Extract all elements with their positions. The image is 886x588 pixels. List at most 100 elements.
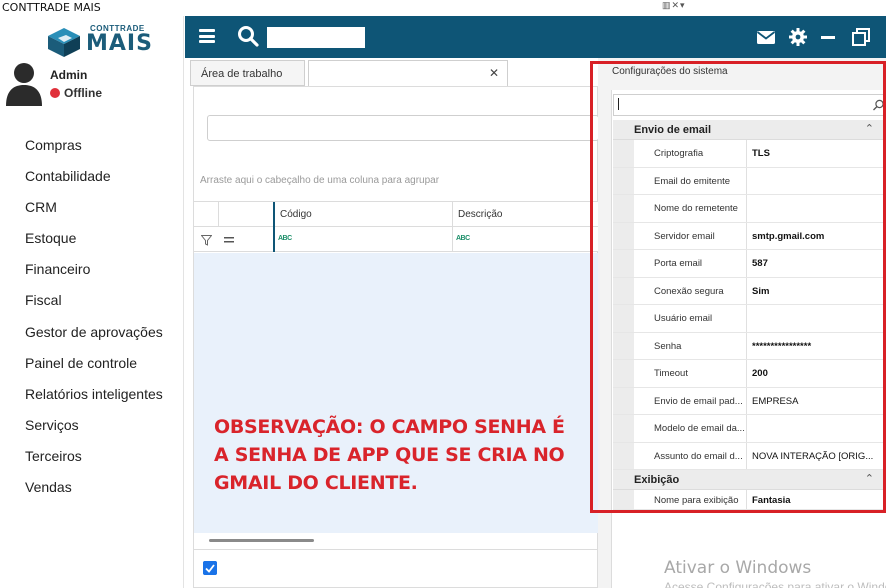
menu-item-vendas[interactable]: Vendas bbox=[25, 478, 163, 509]
text-caret bbox=[618, 98, 619, 110]
windows-activation-subtitle: Acesse Configurações para ativar o Windo… bbox=[664, 580, 886, 588]
chevron-up-icon[interactable]: ⌃ bbox=[865, 472, 874, 485]
property-row[interactable]: Usuário email bbox=[613, 305, 886, 333]
equals-operator-icon[interactable] bbox=[224, 237, 234, 243]
config-search-input[interactable] bbox=[613, 94, 886, 116]
grid-filter-row: ABC ABC bbox=[194, 227, 598, 252]
avatar[interactable] bbox=[4, 60, 44, 106]
mail-icon[interactable] bbox=[756, 27, 776, 47]
property-value[interactable]: Fantasia bbox=[752, 495, 886, 506]
filter-bar[interactable] bbox=[207, 115, 599, 141]
search-input[interactable] bbox=[267, 27, 365, 48]
property-name: Assunto do email d... bbox=[654, 450, 743, 462]
text-filter-icon[interactable]: ABC bbox=[278, 235, 292, 242]
property-name: Conexão segura bbox=[654, 285, 724, 297]
checkbox[interactable] bbox=[203, 561, 217, 575]
property-row[interactable]: Criptografia TLS bbox=[613, 140, 886, 168]
search-icon[interactable] bbox=[237, 25, 259, 47]
property-row[interactable]: Nome do remetente bbox=[613, 195, 886, 223]
property-name: Envio de email pad... bbox=[654, 395, 743, 407]
menu-item-financeiro[interactable]: Financeiro bbox=[25, 260, 163, 291]
property-value[interactable]: NOVA INTERAÇÃO [ORIG... bbox=[752, 451, 886, 462]
property-name: Usuário email bbox=[654, 313, 713, 324]
property-row[interactable]: Modelo de email da... bbox=[613, 415, 886, 443]
text-filter-icon[interactable]: ABC bbox=[456, 235, 470, 242]
category-label: Exibição bbox=[634, 474, 680, 486]
property-value[interactable]: smtp.gmail.com bbox=[752, 231, 886, 242]
property-row[interactable]: Assunto do email d... NOVA INTERAÇÃO [ORI… bbox=[613, 442, 886, 470]
property-value[interactable]: EMPRESA bbox=[752, 396, 886, 407]
category-envio-de-email[interactable]: Envio de email ⌃ bbox=[613, 120, 886, 140]
property-name: Modelo de email da... bbox=[654, 423, 745, 434]
column-divider bbox=[218, 202, 219, 228]
main-menu: Compras Contabilidade CRM Estoque Financ… bbox=[25, 136, 163, 509]
filter-icon[interactable] bbox=[201, 235, 212, 246]
tab-area-de-trabalho[interactable]: Área de trabalho bbox=[190, 60, 305, 86]
menu-item-gestor-aprovacoes[interactable]: Gestor de aprovações bbox=[25, 323, 163, 354]
divider bbox=[194, 549, 598, 550]
password-value[interactable]: **************** bbox=[752, 341, 886, 352]
column-divider bbox=[452, 227, 453, 252]
column-divider bbox=[273, 202, 275, 228]
chevron-up-icon[interactable]: ⌃ bbox=[865, 122, 874, 135]
menu-item-crm[interactable]: CRM bbox=[25, 198, 163, 229]
property-row[interactable]: Nome para exibição Fantasia bbox=[613, 490, 886, 510]
menu-item-painel-controle[interactable]: Painel de controle bbox=[25, 354, 163, 385]
menu-item-relatorios[interactable]: Relatórios inteligentes bbox=[25, 385, 163, 416]
gear-icon[interactable] bbox=[788, 27, 808, 47]
menu-item-compras[interactable]: Compras bbox=[25, 136, 163, 167]
horizontal-scrollbar[interactable] bbox=[209, 539, 314, 542]
menu-item-contabilidade[interactable]: Contabilidade bbox=[25, 167, 163, 198]
column-divider bbox=[273, 227, 275, 252]
property-value[interactable]: 587 bbox=[752, 258, 886, 269]
menu-item-estoque[interactable]: Estoque bbox=[25, 229, 163, 260]
search-icon[interactable] bbox=[873, 99, 885, 111]
property-name: Timeout bbox=[654, 368, 688, 379]
property-name: Criptografia bbox=[654, 148, 704, 159]
property-value[interactable]: 200 bbox=[752, 368, 886, 379]
user-name: Admin bbox=[50, 68, 88, 82]
column-header-codigo[interactable]: Código bbox=[280, 209, 312, 220]
config-panel-title: Configurações do sistema bbox=[612, 66, 728, 77]
property-grid: Envio de email ⌃ Criptografia TLS Email d… bbox=[613, 120, 886, 510]
user-status: Offline bbox=[50, 86, 102, 100]
main-panel: Arraste aqui o cabeçalho de uma coluna p… bbox=[193, 86, 599, 588]
restore-window-icon[interactable] bbox=[851, 27, 871, 47]
property-name: Nome do remetente bbox=[654, 203, 738, 214]
property-row[interactable]: Envio de email pad... EMPRESA bbox=[613, 387, 886, 415]
windows-activation-title: Ativar o Windows bbox=[664, 558, 812, 578]
title-bar: CONTTRADE MAIS ▥✕▾ bbox=[0, 0, 886, 16]
group-by-hint: Arraste aqui o cabeçalho de uma coluna p… bbox=[200, 175, 440, 186]
property-name: Servidor email bbox=[654, 230, 715, 242]
property-row[interactable]: Porta email 587 bbox=[613, 250, 886, 278]
property-row[interactable]: Timeout 200 bbox=[613, 360, 886, 388]
app-title: CONTTRADE MAIS bbox=[2, 1, 101, 14]
menu-item-terceiros[interactable]: Terceiros bbox=[25, 447, 163, 478]
window-controls[interactable]: ▥✕▾ bbox=[662, 0, 686, 11]
property-row[interactable]: Email do emitente bbox=[613, 167, 886, 195]
menu-item-fiscal[interactable]: Fiscal bbox=[25, 291, 163, 322]
menu-item-servicos[interactable]: Serviços bbox=[25, 416, 163, 447]
hamburger-menu-icon[interactable] bbox=[199, 29, 215, 43]
logo: CONTTRADE MAIS bbox=[46, 22, 152, 57]
property-name: Email do emitente bbox=[654, 175, 731, 187]
cube-logo-icon bbox=[48, 28, 80, 57]
property-name: Nome para exibição bbox=[654, 495, 739, 506]
property-name: Porta email bbox=[654, 258, 703, 269]
property-value[interactable]: TLS bbox=[752, 148, 886, 159]
property-value[interactable]: Sim bbox=[752, 286, 886, 297]
minimize-icon[interactable] bbox=[819, 27, 839, 47]
category-exibicao[interactable]: Exibição ⌃ bbox=[613, 470, 886, 490]
property-row[interactable]: Conexão segura Sim bbox=[613, 277, 886, 305]
property-row[interactable]: Servidor email smtp.gmail.com bbox=[613, 222, 886, 250]
annotation-note: OBSERVAÇÃO: O CAMPO SENHA É A SENHA DE A… bbox=[214, 416, 565, 494]
property-row-senha[interactable]: Senha **************** bbox=[613, 332, 886, 360]
logo-main-text: MAIS bbox=[86, 31, 153, 56]
close-icon[interactable]: ✕ bbox=[489, 66, 499, 80]
user-status-label: Offline bbox=[64, 86, 102, 100]
tab-active[interactable]: ✕ bbox=[308, 60, 508, 86]
category-label: Envio de email bbox=[634, 124, 712, 136]
column-header-descricao[interactable]: Descrição bbox=[458, 209, 502, 220]
grid-header: Código Descrição bbox=[194, 201, 598, 228]
property-name: Senha bbox=[654, 340, 682, 352]
